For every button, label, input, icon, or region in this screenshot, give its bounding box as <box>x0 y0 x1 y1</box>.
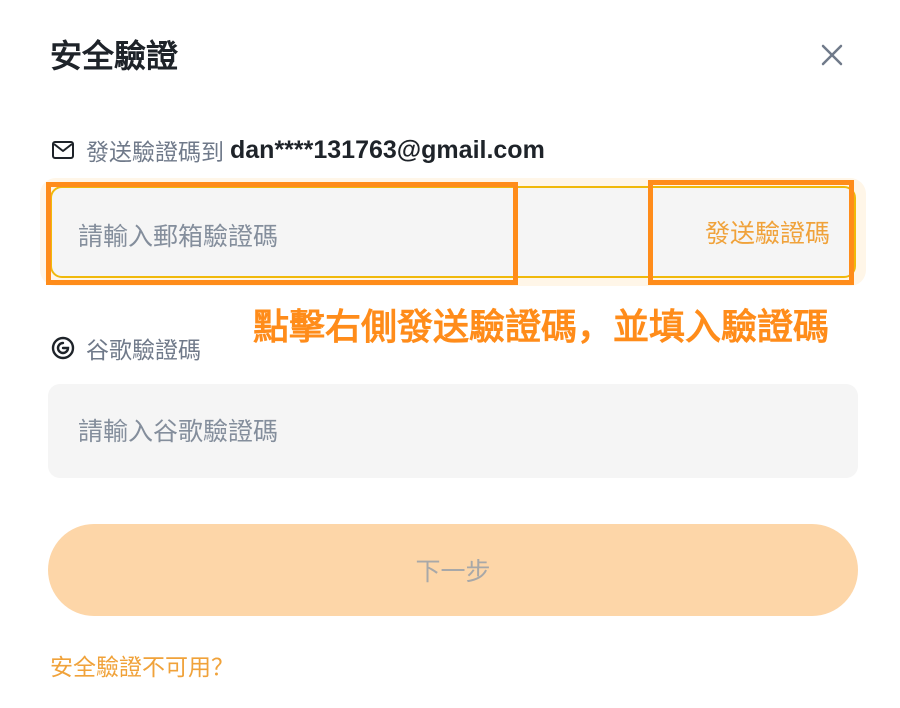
next-button[interactable]: 下一步 <box>48 524 858 616</box>
email-code-input[interactable] <box>78 216 638 256</box>
google-code-field[interactable] <box>48 384 858 478</box>
email-code-label: 發送驗證碼到 dan****131763@gmail.com <box>50 132 545 168</box>
annotation-instruction: 點擊右側發送驗證碼，並填入驗證碼 <box>253 307 830 348</box>
email-code-field: 發送驗證碼 <box>40 178 866 286</box>
masked-email: dan****131763@gmail.com <box>230 135 545 164</box>
mail-icon <box>50 137 76 163</box>
google-label-text: 谷歌驗證碼 <box>86 338 201 364</box>
google-code-label: 谷歌驗證碼 <box>50 330 201 366</box>
google-authenticator-icon <box>50 335 76 361</box>
email-code-input-wrapper[interactable]: 發送驗證碼 <box>50 186 856 278</box>
send-code-button[interactable]: 發送驗證碼 <box>705 214 830 254</box>
close-button[interactable] <box>814 37 850 73</box>
close-icon <box>821 44 843 66</box>
dialog-title: 安全驗證 <box>50 37 179 75</box>
google-code-input[interactable] <box>78 411 818 451</box>
verification-unavailable-link[interactable]: 安全驗證不可用？ <box>50 652 234 684</box>
email-label-prefix: 發送驗證碼到 <box>86 140 224 166</box>
